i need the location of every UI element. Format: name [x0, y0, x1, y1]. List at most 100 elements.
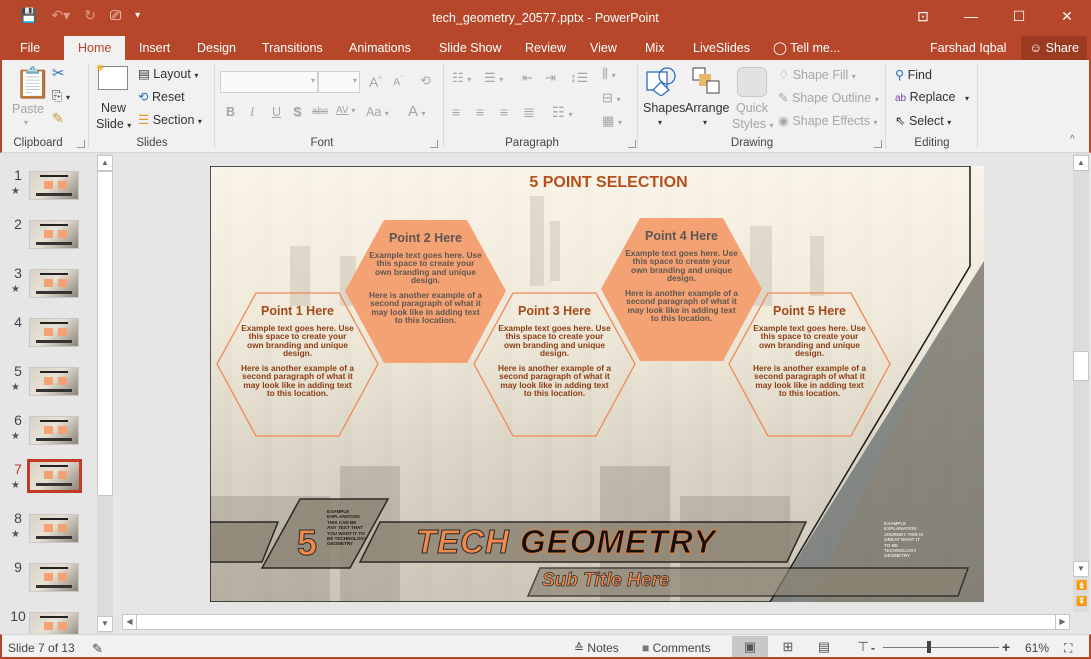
slide-show-view-button[interactable]: ⊤: [845, 636, 881, 657]
scrollbar-thumb[interactable]: [97, 171, 113, 496]
justify-icon[interactable]: ≣: [523, 104, 535, 121]
scroll-up-button[interactable]: ▲: [97, 155, 113, 171]
tab-animations[interactable]: Animations: [349, 36, 411, 60]
tab-view[interactable]: View: [590, 36, 617, 60]
scroll-down-button[interactable]: ▼: [97, 616, 113, 632]
slide-thumbnail-image[interactable]: [29, 367, 79, 396]
ribbon-display-options-icon[interactable]: ⊡: [899, 0, 947, 32]
slide-thumbnail-image[interactable]: [29, 416, 79, 445]
font-name-combobox[interactable]: ▾: [220, 71, 318, 93]
spell-check-icon[interactable]: ✎: [92, 641, 103, 657]
zoom-out-button[interactable]: -: [871, 641, 875, 655]
character-spacing-button[interactable]: AV ▾: [336, 105, 355, 116]
slide-horizontal-scrollbar[interactable]: ◀ ▶: [122, 614, 1070, 630]
new-slide-button[interactable]: New: [101, 101, 126, 115]
slide-title[interactable]: 5 POINT SELECTION: [210, 174, 984, 192]
tab-file[interactable]: File: [20, 36, 40, 60]
tab-liveslides[interactable]: LiveSlides: [693, 36, 750, 60]
scroll-up-button[interactable]: ▲: [1073, 155, 1089, 171]
tab-slide-show[interactable]: Slide Show: [439, 36, 502, 60]
zoom-slider-handle[interactable]: [927, 641, 931, 653]
normal-view-button[interactable]: ▣: [732, 636, 768, 657]
shapes-dropdown-icon[interactable]: ▾: [658, 118, 662, 127]
collapse-ribbon-icon[interactable]: ^: [1070, 134, 1075, 145]
slide-number-graphic[interactable]: 5: [296, 522, 317, 564]
change-case-button[interactable]: Aa ▾: [366, 105, 389, 119]
thumbnail-scrollbar[interactable]: ▲ ▼: [97, 153, 113, 634]
paste-dropdown-icon[interactable]: ▾: [24, 118, 28, 127]
paste-icon[interactable]: 📋: [14, 66, 51, 101]
decrease-indent-icon[interactable]: ⇤: [522, 70, 533, 86]
tab-home[interactable]: Home: [64, 36, 126, 60]
font-color-button[interactable]: A ▾: [408, 103, 425, 120]
next-slide-icon[interactable]: ⏬: [1076, 596, 1087, 607]
slide-thumbnail-image[interactable]: [29, 269, 79, 298]
italic-button[interactable]: I: [250, 105, 254, 120]
format-painter-icon[interactable]: ✎: [52, 110, 64, 127]
align-text-icon[interactable]: ⊟ ▾: [602, 90, 621, 106]
quick-styles-icon[interactable]: [737, 67, 767, 97]
increase-font-size-icon[interactable]: A^: [369, 74, 382, 90]
drawing-launcher-icon[interactable]: [874, 140, 882, 148]
tab-transitions[interactable]: Transitions: [262, 36, 323, 60]
zoom-level[interactable]: 61%: [1025, 641, 1049, 655]
align-left-icon[interactable]: ≡: [452, 104, 460, 120]
point-hexagon-5[interactable]: Point 5 Here Example text goes here. Use …: [728, 292, 891, 437]
tell-me-search[interactable]: ◯ Tell me...: [773, 36, 840, 60]
previous-slide-icon[interactable]: ⏫: [1076, 580, 1087, 591]
maximize-button[interactable]: ☐: [995, 0, 1043, 32]
slide-vertical-scrollbar[interactable]: ▲ ▼ ⏫ ⏬: [1073, 153, 1089, 612]
text-direction-icon[interactable]: ⫼ ▾: [602, 66, 616, 82]
shape-effects-button[interactable]: ◉ Shape Effects ▾: [778, 113, 878, 128]
replace-button[interactable]: ab Replace ▾: [895, 90, 969, 104]
quick-styles-dropdown[interactable]: Styles ▾: [732, 117, 774, 131]
slide-thumbnail-image[interactable]: [29, 171, 79, 200]
tab-design[interactable]: Design: [197, 36, 236, 60]
slide-thumbnail-image[interactable]: [27, 459, 82, 493]
close-button[interactable]: ✕: [1043, 0, 1091, 32]
smartart-icon[interactable]: ▦ ▾: [602, 113, 622, 129]
scroll-right-button[interactable]: ▶: [1055, 615, 1069, 629]
clear-formatting-icon[interactable]: ⟲: [420, 73, 431, 89]
notes-button[interactable]: ≙ Notes: [574, 641, 619, 655]
copy-icon[interactable]: ⎘ ▾: [52, 88, 70, 104]
bullets-icon[interactable]: ☷ ▾: [452, 70, 471, 86]
new-slide-icon[interactable]: ✷: [95, 61, 128, 90]
shadow-button[interactable]: S: [293, 105, 301, 119]
font-launcher-icon[interactable]: [430, 140, 438, 148]
paste-button[interactable]: Paste: [12, 102, 44, 116]
zoom-in-button[interactable]: +: [1002, 639, 1010, 655]
zoom-slider[interactable]: [883, 647, 999, 648]
align-center-icon[interactable]: ≡: [476, 104, 484, 120]
paragraph-launcher-icon[interactable]: [628, 140, 636, 148]
slide-thumbnail-image[interactable]: [29, 220, 79, 249]
select-button[interactable]: ⇖ Select ▾: [895, 113, 951, 128]
quick-styles-button[interactable]: Quick: [736, 101, 768, 115]
arrange-dropdown-icon[interactable]: ▾: [703, 118, 707, 127]
align-right-icon[interactable]: ≡: [500, 104, 508, 120]
slide-thumbnail-image[interactable]: [29, 514, 79, 543]
font-size-combobox[interactable]: ▾: [318, 71, 360, 93]
user-name[interactable]: Farshad Iqbal: [930, 36, 1006, 60]
slide-thumbnail-image[interactable]: [29, 318, 79, 347]
clipboard-launcher-icon[interactable]: [77, 140, 85, 148]
arrange-button[interactable]: Arrange: [685, 101, 729, 115]
reset-button[interactable]: ⟲ Reset: [138, 89, 185, 104]
tab-review[interactable]: Review: [525, 36, 566, 60]
tab-mix[interactable]: Mix: [645, 36, 664, 60]
minimize-button[interactable]: —: [947, 0, 995, 32]
shape-outline-button[interactable]: ✎ Shape Outline ▾: [778, 90, 879, 105]
tab-insert[interactable]: Insert: [139, 36, 170, 60]
scrollbar-thumb[interactable]: [1073, 351, 1089, 381]
underline-button[interactable]: U: [272, 105, 281, 119]
decrease-font-size-icon[interactable]: Aˇ: [393, 76, 403, 89]
layout-button[interactable]: ▤ Layout ▾: [138, 66, 198, 81]
subtitle[interactable]: Sub Title Here: [542, 570, 670, 592]
slide-canvas[interactable]: 5 POINT SELECTION Point 1 Here Example te…: [210, 166, 984, 602]
explanation-text-right[interactable]: Example explanation journey this is grea…: [884, 521, 924, 559]
explanation-text-left[interactable]: Example explanation this can be any text…: [327, 509, 367, 547]
line-spacing-icon[interactable]: ↕☰: [570, 70, 588, 86]
section-button[interactable]: ☰ Section ▾: [138, 112, 202, 127]
slide-sorter-view-button[interactable]: ⊞: [770, 636, 806, 657]
scroll-left-button[interactable]: ◀: [123, 615, 137, 629]
